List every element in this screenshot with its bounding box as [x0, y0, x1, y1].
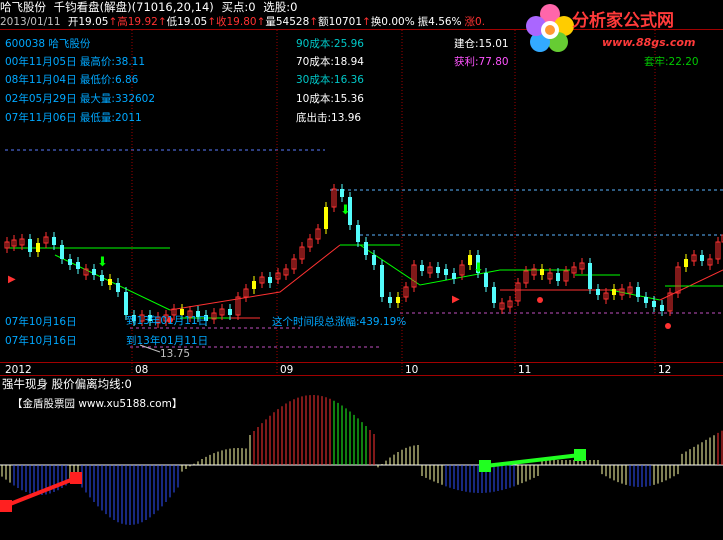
info-min-volume: 07年11月06日 最低量:2011	[5, 112, 142, 124]
quote-amount: 额10701	[318, 16, 362, 28]
info-max-volume: 02年05月29日 最大量:332602	[5, 93, 156, 105]
select-stock: 选股:0	[263, 0, 298, 14]
quote-volume: 量54528	[265, 16, 310, 28]
up-arrow-icon: ↑	[309, 16, 319, 28]
quote-open: 开19.05	[67, 16, 109, 28]
time-axis-08: 08	[135, 364, 149, 376]
up-arrow-icon: ↑	[362, 16, 371, 28]
watermark-url[interactable]: www.88gs.com	[602, 36, 695, 49]
annotation-to-date-2: 到13年01月11日	[126, 335, 209, 347]
quote-low: 低19.05	[166, 16, 208, 28]
oscillator-watermark: 【金盾股票园 www.xu5188.com】	[12, 398, 183, 410]
up-arrow-icon: ↑	[108, 16, 118, 28]
annotation-date-2: 07年10月16日	[5, 335, 77, 347]
candlesticks	[4, 184, 723, 328]
buy-point: 买点:0	[221, 0, 256, 14]
period-change-annotation: 这个时间段总涨幅:439.19%	[272, 316, 407, 328]
right-arrow-signal-2: ▶	[452, 294, 460, 305]
down-arrow-signal-1: ⬇	[97, 255, 108, 270]
oscillator-histogram	[1, 395, 723, 525]
time-axis-12: 12	[658, 364, 672, 376]
quote-change: 涨0.	[464, 16, 486, 28]
quote-date: 2013/01/11	[0, 16, 61, 28]
watermark-title: 分析家公式网	[572, 11, 674, 31]
signal-markers: ⬇ ⬇ ⬇ ▶ ▶	[8, 203, 671, 353]
annotation-date-1: 07年10月16日	[5, 316, 77, 328]
cost-90: 90成本:25.96	[296, 38, 364, 50]
time-axis-2012: 2012	[5, 364, 32, 376]
up-arrow-icon: ↑	[157, 16, 167, 28]
quote-amplitude: 振4.56%	[417, 16, 462, 28]
indicator-params: (71016,20,14)	[131, 0, 214, 14]
down-arrow-signal-3: ⬇	[473, 261, 484, 276]
low-price-marker: 13.75	[160, 348, 191, 360]
cost-10: 10成本:15.36	[296, 93, 364, 105]
info-low-price: 08年11月04日 最低价:6.86	[5, 74, 139, 86]
time-axis-10: 10	[405, 364, 419, 376]
right-arrow-signal: ▶	[8, 274, 16, 285]
indicator-title[interactable]: 千钧看盘(解盘)	[54, 0, 132, 14]
up-arrow-icon: ↑	[207, 16, 216, 28]
quote-high: 高19.92	[117, 16, 158, 28]
cost-70: 70成本:18.94	[296, 56, 364, 68]
quote-turnover: 换0.00%	[370, 16, 415, 28]
oscillator-title[interactable]: 强牛现身 股价偏离均线:0	[2, 376, 132, 392]
down-arrow-signal-2: ⬇	[340, 203, 351, 218]
bottom-attack: 底出击:13.96	[296, 112, 362, 124]
stock-name[interactable]: 哈飞股份	[0, 0, 46, 14]
profit-ratio: 获利:77.80	[454, 56, 509, 68]
info-code-name: 600038 哈飞股份	[5, 38, 91, 50]
annotation-to-date-1: 到13年01月11日	[126, 315, 209, 327]
build-position: 建仓:15.01	[454, 38, 509, 50]
flower-logo-icon	[526, 4, 574, 52]
time-axis-09: 09	[280, 364, 294, 376]
trend-lines	[5, 244, 723, 319]
cost-30: 30成本:16.36	[296, 74, 364, 86]
site-watermark-logo: 分析家公式网 www.88gs.com	[520, 0, 723, 58]
time-axis-11: 11	[518, 364, 532, 376]
quote-close: 收19.80	[216, 16, 257, 28]
red-dot-marker-2	[537, 297, 543, 303]
red-dot-marker-3	[665, 323, 671, 329]
info-high-price: 00年11月05日 最高价:38.11	[5, 56, 146, 68]
